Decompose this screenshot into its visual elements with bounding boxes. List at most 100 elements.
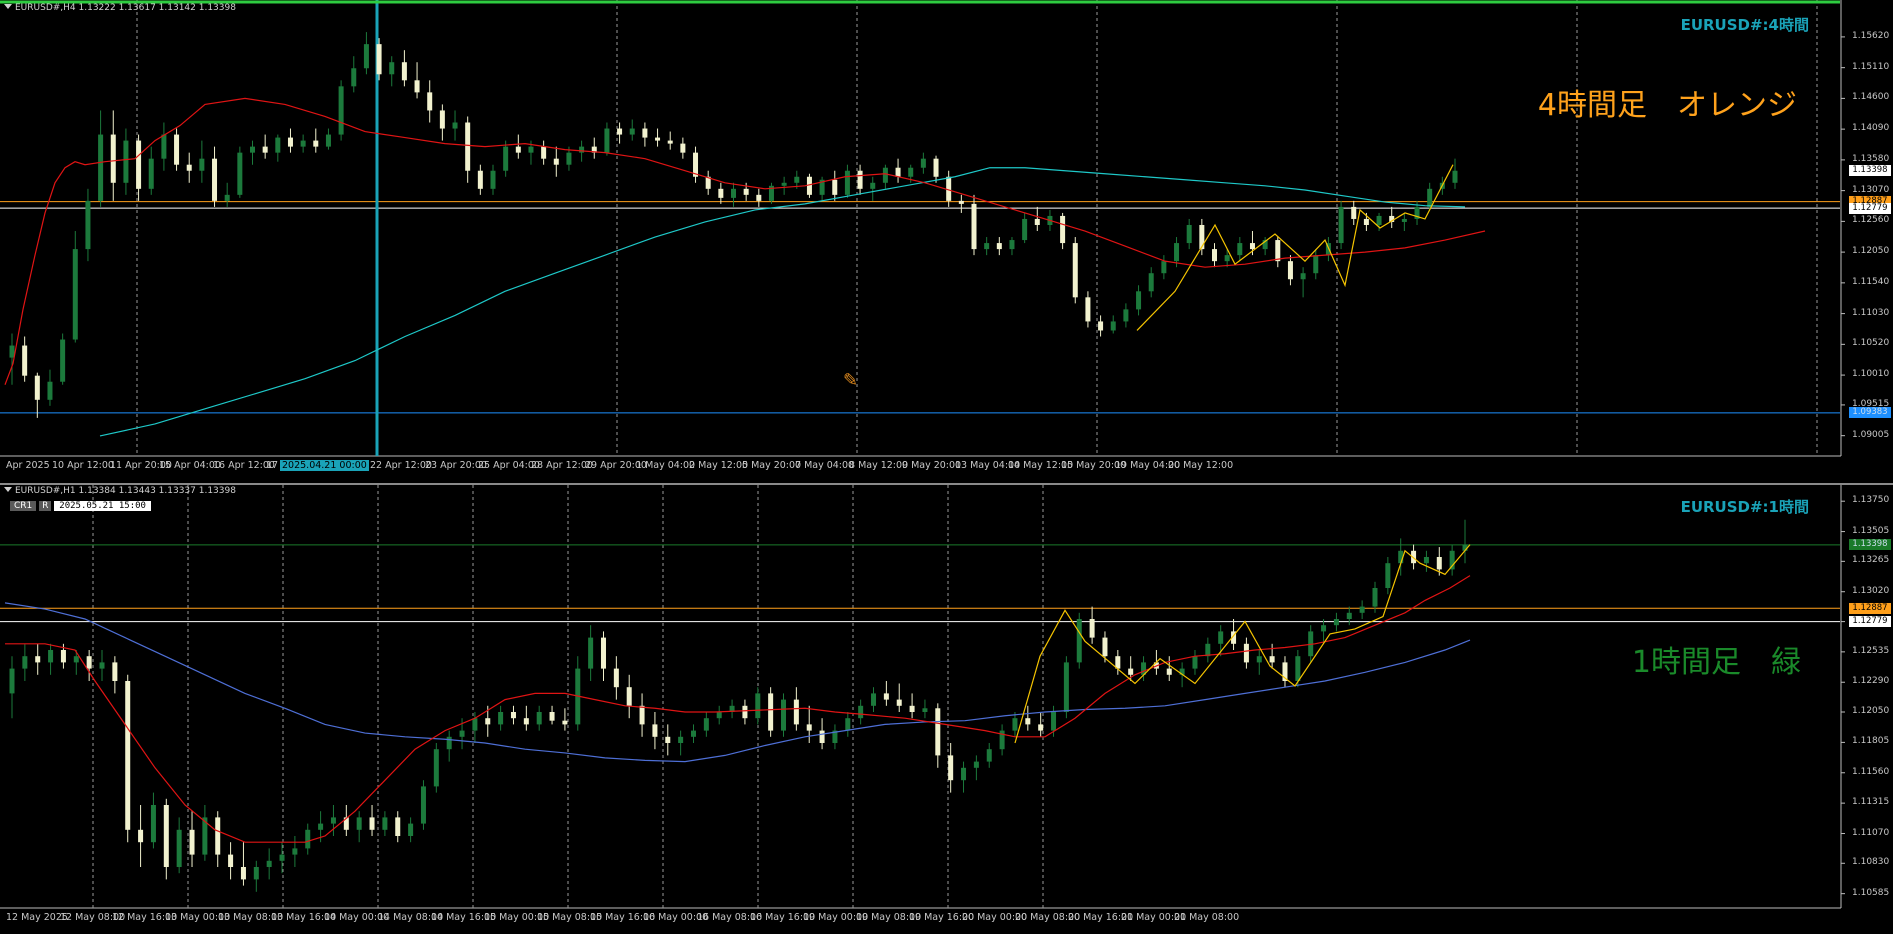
h4-candle-body xyxy=(60,339,66,382)
h4-candle-body xyxy=(984,243,990,250)
h4-candle-body xyxy=(1313,255,1319,274)
r-badge[interactable]: R xyxy=(39,501,52,511)
h1-candle-body xyxy=(678,736,684,743)
h4-candle-body xyxy=(452,122,458,129)
h4-candle-body xyxy=(98,134,104,201)
h1-candle-body xyxy=(1128,668,1134,675)
h1-candle-body xyxy=(883,693,889,700)
h1-candle-body xyxy=(485,718,491,725)
h4-time-tick-label: 7 May 04:00 xyxy=(795,460,855,471)
h4-price-tick-label: 1.15620 xyxy=(1852,30,1890,41)
h1-candle-body xyxy=(163,805,169,867)
h4-time-tick-label: 15 Apr 04:00 xyxy=(159,460,221,471)
h1-candle-body xyxy=(703,718,709,731)
h4-candle-body xyxy=(300,140,306,147)
h4-candle-body xyxy=(1363,218,1369,225)
h4-candle-body xyxy=(110,134,116,183)
collapse-triangle-icon[interactable] xyxy=(4,487,12,492)
h4-candle-body xyxy=(1110,321,1116,331)
h1-price-tick-label: 1.12535 xyxy=(1852,645,1890,656)
h1-candle-body xyxy=(549,712,555,721)
h4-candle-body xyxy=(1060,215,1066,244)
h1-candle-body xyxy=(73,656,79,663)
h1-candle-body xyxy=(150,805,156,843)
h4-candle-body xyxy=(1186,224,1192,244)
h1-ma-fast-line xyxy=(5,575,1471,843)
h4-chart-panel[interactable]: EURUSD#,H4 1.13222 1.13617 1.13142 1.133… xyxy=(0,0,1893,483)
h1-price-tick-label: 1.12050 xyxy=(1852,706,1890,716)
h1-candle-body xyxy=(1218,631,1224,644)
h4-symbol-label: EURUSD#:4時間 xyxy=(1680,16,1809,34)
h4-candle-body xyxy=(325,134,331,147)
h1-candle-body xyxy=(420,786,426,824)
h1-candle-body xyxy=(1346,612,1352,619)
h4-candle-body xyxy=(401,62,407,81)
h4-candle-body xyxy=(1136,291,1142,310)
h4-candle-body xyxy=(971,203,977,250)
crosshair-time: 2025.05.21 15:00 xyxy=(54,501,151,511)
h4-candle-body xyxy=(9,345,15,358)
h1-candle-body xyxy=(292,848,298,855)
h4-candle-body xyxy=(1287,261,1293,280)
h4-time-tick-label: 1 May 04:00 xyxy=(636,460,696,471)
h1-candle-body xyxy=(9,668,15,694)
h1-time-tick-label: 21 May 08:00 xyxy=(1174,912,1240,923)
h4-price-tick-label: 1.10010 xyxy=(1852,369,1890,380)
h1-candle-body xyxy=(279,854,285,861)
h4-candle-body xyxy=(1401,218,1407,222)
h4-candle-body xyxy=(1452,170,1458,183)
h4-price-tag: 1.09383 xyxy=(1849,407,1891,419)
h1-candle-body xyxy=(665,736,671,743)
h4-candle-body xyxy=(47,381,53,400)
h4-price-tick-label: 1.15110 xyxy=(1852,61,1890,72)
h4-candle-body xyxy=(908,167,914,177)
h1-time-tick-label: 12 May 2025 xyxy=(6,912,68,923)
h4-candle-body xyxy=(655,137,661,141)
h1-candle-body xyxy=(562,720,568,725)
h4-candle-body xyxy=(541,146,547,159)
h4-candle-body xyxy=(794,176,800,183)
h4-price-tick-label: 1.11540 xyxy=(1852,276,1890,287)
h1-chart-panel[interactable]: EURUSD#,H1 1.13384 1.13443 1.13337 1.133… xyxy=(0,485,1893,934)
h4-candle-body xyxy=(1237,243,1243,256)
h1-price-tag: 1.12779 xyxy=(1849,616,1891,628)
h4-candle-body xyxy=(1022,218,1028,241)
h1-candle-body xyxy=(125,681,131,830)
h1-candle-body xyxy=(819,730,825,743)
h4-candle-body xyxy=(1072,243,1078,298)
h1-symbol-label: EURUSD#:1時間 xyxy=(1680,498,1809,516)
h1-candle-body xyxy=(1436,557,1442,570)
h4-candle-body xyxy=(756,194,762,201)
h1-candle-body xyxy=(228,854,234,867)
h4-candle-body xyxy=(882,167,888,183)
h4-candle-body xyxy=(503,146,509,171)
h1-price-tick-label: 1.10585 xyxy=(1852,887,1890,898)
h1-candle-body xyxy=(536,712,542,725)
h1-candle-body xyxy=(1025,718,1031,725)
h1-candle-body xyxy=(1333,619,1339,626)
h1-candle-body xyxy=(1192,656,1198,669)
h4-price-tag: 1.12779 xyxy=(1849,202,1891,214)
h1-candle-body xyxy=(253,867,259,880)
h1-candle-body xyxy=(1076,619,1082,663)
h4-candle-body xyxy=(224,194,230,201)
h4-candle-body xyxy=(1275,240,1281,262)
h1-candle-body xyxy=(600,637,606,669)
h1-candle-body xyxy=(909,705,915,712)
h4-chart-canvas[interactable] xyxy=(0,0,1893,483)
h1-candle-body xyxy=(716,712,722,719)
collapse-triangle-icon[interactable] xyxy=(4,4,12,9)
h1-chart-canvas[interactable] xyxy=(0,485,1893,934)
h4-candle-body xyxy=(199,158,205,171)
h4-time-tick-label: 2025.04.21 00:00 xyxy=(280,460,369,471)
h4-candle-body xyxy=(1161,261,1167,274)
h4-candle-body xyxy=(1249,243,1255,250)
h1-candle-body xyxy=(652,724,658,737)
h4-candle-body xyxy=(1009,240,1015,250)
h1-candle-body xyxy=(613,668,619,688)
h4-candle-body xyxy=(72,249,78,340)
h1-candle-body xyxy=(498,712,504,725)
h4-candle-body xyxy=(376,44,382,75)
h4-candle-body xyxy=(515,146,521,153)
cr1-badge[interactable]: CR1 xyxy=(10,501,37,511)
